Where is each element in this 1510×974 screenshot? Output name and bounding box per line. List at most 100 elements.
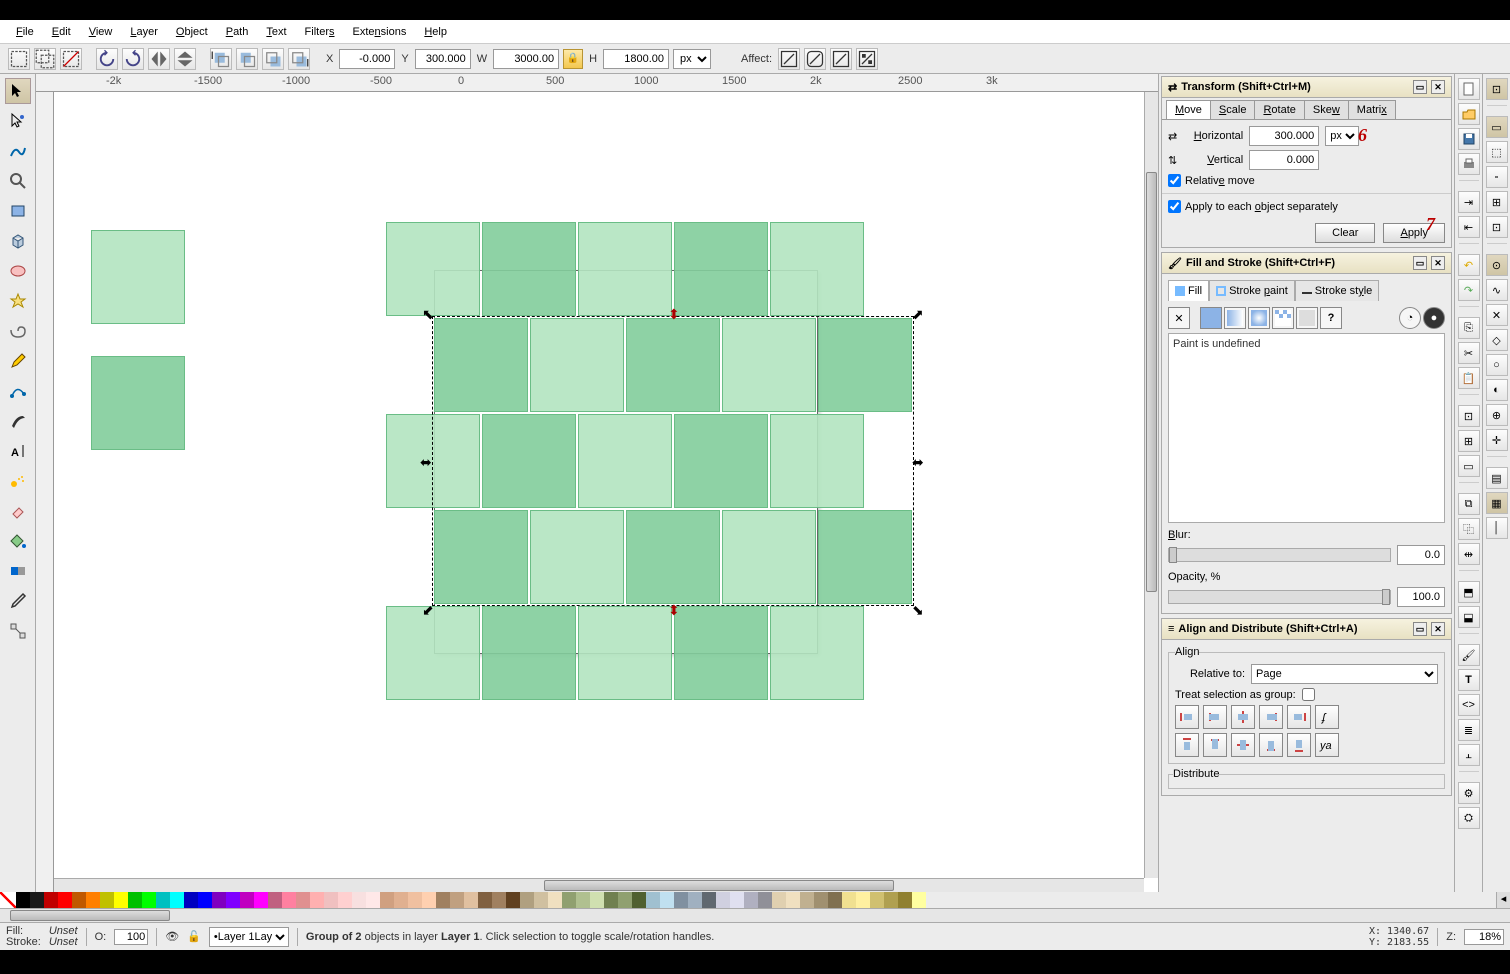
snap-path[interactable]: ∿ <box>1486 279 1508 301</box>
cmd-undo[interactable]: ↶ <box>1458 254 1480 276</box>
palette-swatch[interactable] <box>660 892 674 908</box>
handle-e[interactable]: ⬌ <box>912 454 924 471</box>
align-right-out[interactable] <box>1287 705 1311 729</box>
cmd-prefs[interactable]: ⚙ <box>1458 782 1480 804</box>
snap-center[interactable]: ⊕ <box>1486 404 1508 426</box>
snap-guide[interactable]: │ <box>1486 517 1508 539</box>
cmd-export[interactable]: ⇤ <box>1458 216 1480 238</box>
status-stroke-val[interactable]: Unset <box>49 936 78 948</box>
palette-swatch[interactable] <box>366 892 380 908</box>
palette-swatch[interactable] <box>16 892 30 908</box>
cmd-duplicate[interactable]: ⧉ <box>1458 493 1480 515</box>
tool-fill[interactable] <box>5 528 31 554</box>
h-input[interactable] <box>603 49 669 69</box>
palette-swatch[interactable] <box>380 892 394 908</box>
tile[interactable] <box>482 414 576 508</box>
handle-w[interactable]: ⬌ <box>420 454 432 471</box>
tool-spray[interactable] <box>5 468 31 494</box>
tile[interactable] <box>818 318 912 412</box>
paint-none-btn[interactable]: ✕ <box>1168 307 1190 329</box>
tool-tweak[interactable] <box>5 138 31 164</box>
blur-input[interactable] <box>1397 545 1445 565</box>
palette-swatch[interactable] <box>478 892 492 908</box>
cmd-copy[interactable]: ⎘ <box>1458 317 1480 339</box>
panel-close-btn-3[interactable]: ✕ <box>1431 622 1445 636</box>
scrollbar-vertical[interactable] <box>1144 92 1158 878</box>
palette-swatch[interactable] <box>184 892 198 908</box>
palette-swatch[interactable] <box>114 892 128 908</box>
menu-file[interactable]: File <box>8 23 42 41</box>
panel-close-btn[interactable]: ✕ <box>1431 80 1445 94</box>
handle-n[interactable]: ⬍ <box>668 306 680 323</box>
menu-extensions[interactable]: Extensions <box>345 23 415 41</box>
align-hcenter[interactable] <box>1231 705 1255 729</box>
palette-swatch[interactable] <box>562 892 576 908</box>
align-bottom[interactable] <box>1259 733 1283 757</box>
palette-swatch[interactable] <box>394 892 408 908</box>
panel-close-btn-2[interactable]: ✕ <box>1431 256 1445 270</box>
affect-corners-btn[interactable] <box>804 48 826 70</box>
cmd-zoom-fit[interactable]: ⊡ <box>1458 405 1480 427</box>
tool-3dbox[interactable] <box>5 228 31 254</box>
tab-stroke-style[interactable]: Stroke style <box>1295 280 1379 301</box>
opacity-input[interactable] <box>1397 587 1445 607</box>
tool-spiral[interactable] <box>5 318 31 344</box>
palette-swatch[interactable] <box>282 892 296 908</box>
zoom-input[interactable] <box>1464 929 1504 945</box>
paint-flat-btn[interactable] <box>1200 307 1222 329</box>
palette-swatch[interactable] <box>226 892 240 908</box>
handle-se[interactable]: ⬊ <box>912 602 924 619</box>
transform-tab-skew[interactable]: Skew <box>1304 100 1349 119</box>
y-input[interactable] <box>415 49 471 69</box>
align-text-h[interactable]: ʄ <box>1315 705 1339 729</box>
affect-gradient-btn[interactable] <box>830 48 852 70</box>
scrollbar-horizontal[interactable] <box>54 878 1144 892</box>
flip-h-btn[interactable] <box>148 48 170 70</box>
tool-star[interactable] <box>5 288 31 314</box>
palette-swatch[interactable] <box>856 892 870 908</box>
palette-swatch[interactable] <box>786 892 800 908</box>
tile[interactable] <box>770 414 864 508</box>
align-vcenter[interactable] <box>1231 733 1255 757</box>
palette-swatch[interactable] <box>212 892 226 908</box>
cmd-print[interactable] <box>1458 153 1480 175</box>
cmd-new[interactable] <box>1458 78 1480 100</box>
snap-bbox-corner[interactable]: ⬞ <box>1486 166 1508 188</box>
tile[interactable] <box>578 222 672 316</box>
rotate-cw-btn[interactable] <box>122 48 144 70</box>
palette-swatch[interactable] <box>688 892 702 908</box>
panel-iconify-btn-3[interactable]: ▭ <box>1413 622 1427 636</box>
opacity-slider[interactable] <box>1168 590 1391 604</box>
tab-stroke-paint[interactable]: Stroke paint <box>1209 280 1295 301</box>
snap-bbox-center[interactable]: ⊡ <box>1486 216 1508 238</box>
tool-gradient[interactable] <box>5 558 31 584</box>
treat-group-check[interactable] <box>1302 688 1315 701</box>
palette-swatch[interactable] <box>828 892 842 908</box>
relative-move-check[interactable] <box>1168 174 1181 187</box>
menu-help[interactable]: Help <box>416 23 455 41</box>
cmd-text[interactable]: T <box>1458 669 1480 691</box>
palette-swatch[interactable] <box>324 892 338 908</box>
paint-lingrad-btn[interactable] <box>1224 307 1246 329</box>
palette-swatch[interactable] <box>254 892 268 908</box>
handle-ne[interactable]: ⬈ <box>912 306 924 323</box>
tile[interactable] <box>674 606 768 700</box>
cmd-import[interactable]: ⇥ <box>1458 191 1480 213</box>
tile[interactable] <box>722 318 816 412</box>
tool-rect[interactable] <box>5 198 31 224</box>
lower-btn[interactable] <box>262 48 284 70</box>
palette-swatch[interactable] <box>590 892 604 908</box>
cmd-clone[interactable]: ⿻ <box>1458 518 1480 540</box>
palette-swatch[interactable] <box>772 892 786 908</box>
palette-swatch[interactable] <box>72 892 86 908</box>
palette-swatch[interactable] <box>44 892 58 908</box>
transform-tab-scale[interactable]: Scale <box>1210 100 1256 119</box>
palette-swatch[interactable] <box>128 892 142 908</box>
tile[interactable] <box>626 318 720 412</box>
palette-swatch[interactable] <box>436 892 450 908</box>
paint-swatch-btn[interactable] <box>1296 307 1318 329</box>
rotate-ccw-btn[interactable] <box>96 48 118 70</box>
menu-text[interactable]: Text <box>258 23 294 41</box>
palette-swatch[interactable] <box>422 892 436 908</box>
snap-nodes[interactable]: ⊙ <box>1486 254 1508 276</box>
